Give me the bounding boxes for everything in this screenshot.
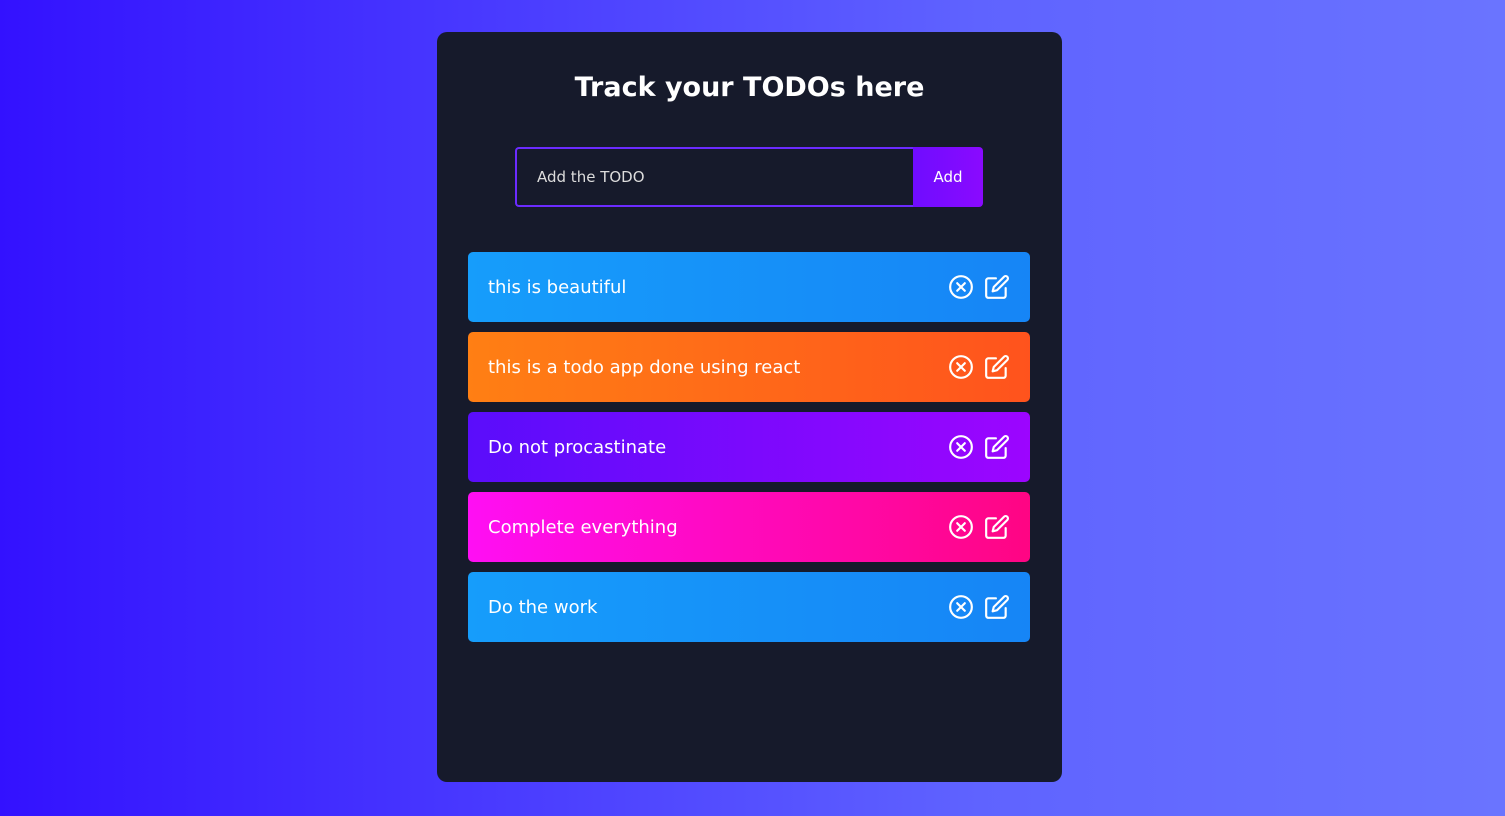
edit-icon[interactable] [984,594,1010,620]
close-circle-icon[interactable] [948,514,974,540]
todo-actions [948,594,1010,620]
todo-text: this is beautiful [488,276,627,298]
todo-actions [948,274,1010,300]
todo-item[interactable]: this is beautiful [468,252,1030,322]
close-circle-icon[interactable] [948,354,974,380]
todo-actions [948,434,1010,460]
add-button[interactable]: Add [913,147,983,207]
todo-form: Add [515,147,983,207]
edit-icon[interactable] [984,274,1010,300]
todo-text: Complete everything [488,516,678,538]
todo-item[interactable]: Do the work [468,572,1030,642]
todo-app-panel: Track your TODOs here Add this is beauti… [437,32,1062,782]
todo-actions [948,514,1010,540]
page-title: Track your TODOs here [574,72,925,103]
close-circle-icon[interactable] [948,594,974,620]
todo-actions [948,354,1010,380]
todo-input[interactable] [515,147,913,207]
todo-item[interactable]: Complete everything [468,492,1030,562]
edit-icon[interactable] [984,354,1010,380]
close-circle-icon[interactable] [948,434,974,460]
todo-list: this is beautiful this is a todo app don… [468,252,1030,652]
close-circle-icon[interactable] [948,274,974,300]
todo-text: Do not procastinate [488,436,667,458]
edit-icon[interactable] [984,434,1010,460]
todo-item[interactable]: Do not procastinate [468,412,1030,482]
todo-item[interactable]: this is a todo app done using react [468,332,1030,402]
edit-icon[interactable] [984,514,1010,540]
todo-text: Do the work [488,596,598,618]
todo-text: this is a todo app done using react [488,356,801,378]
